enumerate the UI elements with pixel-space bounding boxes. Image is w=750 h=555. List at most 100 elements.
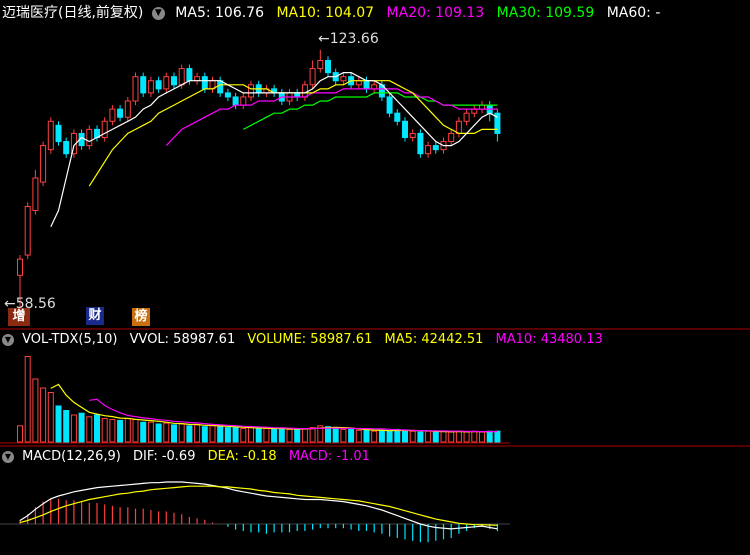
candle-body xyxy=(109,108,116,122)
dif-line xyxy=(19,481,498,530)
candle-body xyxy=(17,258,23,276)
volume-bar xyxy=(248,427,254,443)
candle-body xyxy=(40,145,47,183)
volume-bar xyxy=(240,428,247,443)
candle-body xyxy=(325,59,331,74)
candle-body xyxy=(178,68,185,86)
volume-bar xyxy=(363,429,370,443)
volume-bar xyxy=(101,418,108,443)
volume-bar xyxy=(471,430,478,443)
volume-bar xyxy=(355,429,362,443)
candle-body xyxy=(463,112,470,122)
volume-bar xyxy=(286,428,293,443)
candle-body xyxy=(417,132,424,155)
volume-bar xyxy=(63,410,70,443)
candle-body xyxy=(163,76,170,90)
candle-body xyxy=(355,80,362,86)
volume-bar xyxy=(209,425,216,443)
volume-bar xyxy=(109,419,116,443)
volume-bar xyxy=(132,419,139,443)
volume-bar xyxy=(463,431,470,443)
volume-bar xyxy=(232,427,239,443)
volume-bar xyxy=(301,428,308,443)
kline-chart[interactable] xyxy=(0,0,750,555)
volume-bar xyxy=(440,430,447,443)
volume-bar xyxy=(394,428,401,443)
candle-body xyxy=(186,68,193,82)
candle-body xyxy=(317,59,324,70)
candle-body xyxy=(155,80,162,90)
volume-bar xyxy=(186,425,193,443)
candle-body xyxy=(386,96,393,114)
volume-bar xyxy=(163,422,170,443)
volume-bar xyxy=(425,430,432,443)
candle-body xyxy=(55,124,62,143)
volume-bar xyxy=(217,426,224,443)
volume-bar xyxy=(224,427,231,443)
candle-body xyxy=(217,80,224,94)
candle-body xyxy=(363,80,370,90)
candle-body xyxy=(409,132,416,138)
badge-cai[interactable]: 财 xyxy=(86,307,104,325)
dea-line xyxy=(19,485,498,526)
candle-body xyxy=(201,76,208,90)
volume-bar xyxy=(494,430,501,443)
volume-bar xyxy=(309,427,316,443)
volume-bar xyxy=(409,430,416,443)
candle-body xyxy=(448,132,455,143)
volume-bar xyxy=(255,428,262,443)
volume-bar xyxy=(24,356,31,443)
high-price-label: ←123.66 xyxy=(318,31,379,47)
candle-body xyxy=(171,76,177,86)
volume-bar xyxy=(448,431,455,443)
candle-body xyxy=(63,141,70,155)
volume-bar xyxy=(278,428,285,443)
volume-bar xyxy=(178,423,185,443)
volume-bar xyxy=(47,392,54,443)
volume-bar xyxy=(86,416,93,443)
volume-bar xyxy=(432,431,439,443)
candle-body xyxy=(425,145,432,155)
candle-body xyxy=(432,145,439,151)
volume-bar xyxy=(171,424,177,443)
volume-bar xyxy=(417,431,424,443)
volume-bar xyxy=(32,378,39,443)
candle-body xyxy=(86,128,93,147)
volume-bar xyxy=(348,428,355,443)
volume-bar xyxy=(386,430,393,443)
volume-bar xyxy=(294,428,301,443)
candle-body xyxy=(471,108,478,114)
candle-body xyxy=(47,120,54,151)
candle-body xyxy=(240,96,247,106)
badge-zeng[interactable]: 增 xyxy=(8,308,30,326)
volume-bar xyxy=(155,423,162,443)
volume-bar xyxy=(94,414,100,443)
candle-body xyxy=(132,76,139,102)
ma20-line xyxy=(165,88,498,147)
candle-body xyxy=(32,177,39,211)
candle-body xyxy=(402,120,408,138)
candle-body xyxy=(224,92,231,98)
candle-body xyxy=(394,112,401,122)
candle-body xyxy=(147,80,154,94)
volume-bar xyxy=(70,414,77,443)
volume-bar xyxy=(402,429,408,443)
candle-body xyxy=(371,84,378,90)
candle-body xyxy=(124,100,131,118)
volume-bar xyxy=(201,426,208,443)
candle-body xyxy=(309,68,316,86)
volume-bar xyxy=(479,431,485,443)
candle-body xyxy=(248,84,254,98)
badge-bang[interactable]: 榜 xyxy=(132,308,150,326)
candle-body xyxy=(232,96,239,106)
candle-body xyxy=(455,120,462,134)
volume-bar xyxy=(78,412,85,443)
volume-bar xyxy=(140,421,147,443)
volume-bar xyxy=(378,429,385,443)
volume-bar xyxy=(325,426,331,443)
volume-bar xyxy=(147,421,154,443)
volume-bar xyxy=(455,430,462,443)
candle-body xyxy=(101,120,108,138)
volume-bar xyxy=(124,418,131,443)
volume-bar xyxy=(40,387,47,443)
